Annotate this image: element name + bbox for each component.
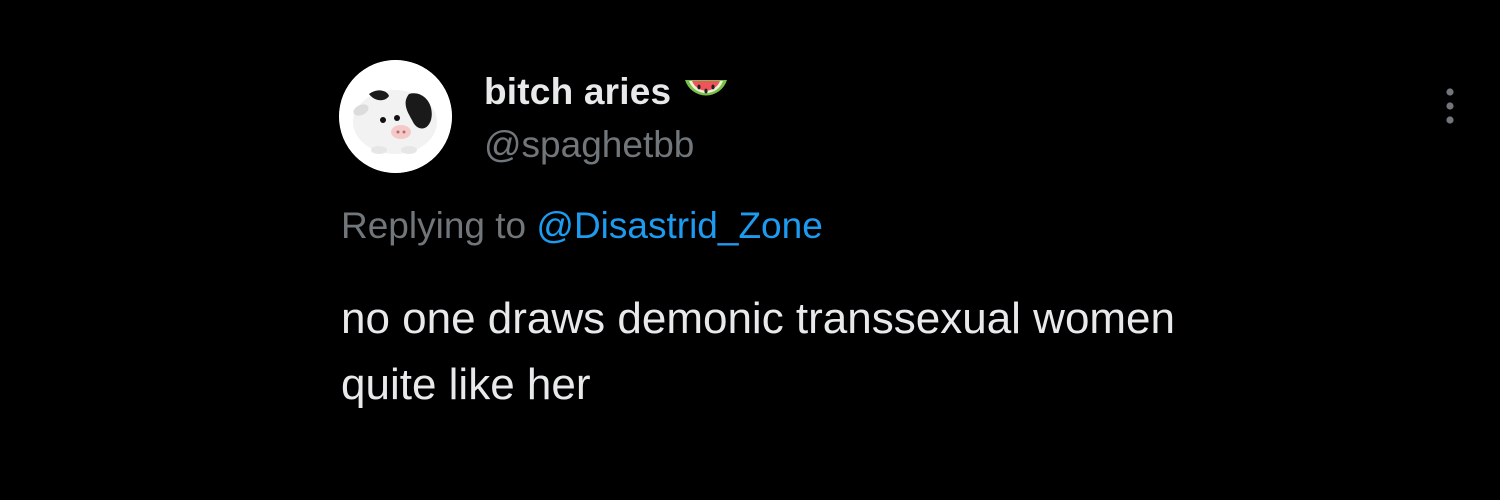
- replying-to-label: Replying to: [341, 205, 527, 246]
- more-vertical-icon: [1446, 88, 1454, 124]
- tweet-text: no one draws demonic transsexual women q…: [341, 286, 1441, 418]
- author-name-row: bitch aries: [484, 68, 731, 116]
- author-handle[interactable]: @spaghetbb: [484, 124, 694, 166]
- avatar[interactable]: [339, 60, 452, 173]
- tweet-text-line: no one draws demonic transsexual women: [341, 294, 1176, 343]
- tweet-text-line: quite like her: [341, 360, 591, 409]
- replying-to-mention-link[interactable]: @Disastrid_Zone: [536, 205, 822, 246]
- watermelon-icon: [681, 72, 731, 112]
- cow-plush-avatar-icon: [339, 60, 452, 173]
- replying-to-line: Replying to @Disastrid_Zone: [341, 205, 823, 247]
- author-display-name[interactable]: bitch aries: [484, 71, 671, 113]
- tweet: bitch aries @spaghetbb Replying to @Disa…: [0, 0, 1500, 500]
- more-options-button[interactable]: [1430, 84, 1470, 128]
